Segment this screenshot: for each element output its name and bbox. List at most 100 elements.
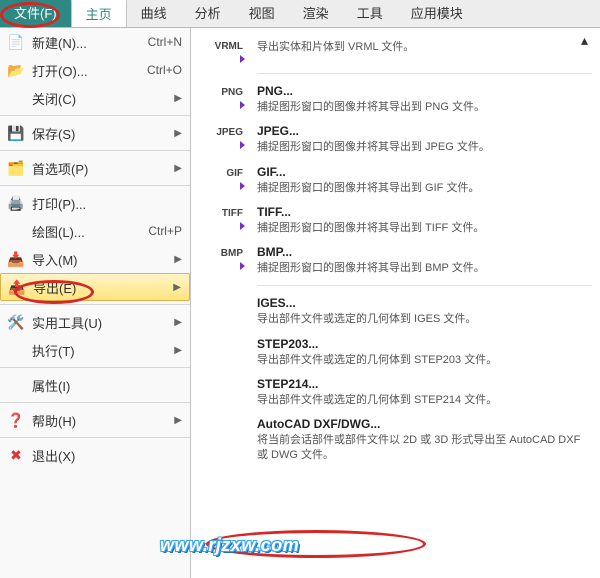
menu-label: 打印(P)... [32,194,182,213]
menu-label: 绘图(L)... [32,222,148,241]
menu-label: 保存(S) [32,124,170,143]
menu-open[interactable]: 📂 打开(O)... Ctrl+O [0,56,190,84]
plot-icon [6,221,26,241]
menu-shortcut: Ctrl+N [148,35,182,49]
menu-print[interactable]: 🖨️ 打印(P)... [0,189,190,217]
menu-label: 实用工具(U) [32,313,170,332]
export-vrml[interactable]: VRML 导出实体和片体到 VRML 文件。 [199,38,592,63]
menu-separator [0,185,190,186]
chevron-right-icon: ▶ [174,93,182,104]
save-icon: 💾 [6,123,26,143]
menu-separator [0,402,190,403]
menu-label: 导入(M) [32,250,170,269]
item-desc: 捕捉图形窗口的图像并将其导出到 TIFF 文件。 [257,221,592,235]
menu-label: 导出(E) [33,278,169,297]
chevron-right-icon: ▶ [174,317,182,328]
menu-import[interactable]: 📥 导入(M) ▶ [0,245,190,273]
menu-label: 执行(T) [32,341,170,360]
chevron-right-icon: ▶ [174,254,182,265]
play-icon [240,182,245,190]
pref-icon: 🗂️ [6,158,26,178]
menu-exec[interactable]: 执行(T) ▶ [0,336,190,364]
chevron-right-icon: ▶ [174,128,182,139]
play-icon [240,262,245,270]
chevron-right-icon: ▶ [174,415,182,426]
item-title: STEP214... [257,377,592,391]
menu-label: 退出(X) [32,446,182,465]
gif-icon: GIF [222,167,247,180]
vrml-icon: VRML [211,40,247,53]
menu-label: 帮助(H) [32,411,170,430]
tab-file[interactable]: 文件(F) [0,0,71,27]
file-menu-panel: 📄 新建(N)... Ctrl+N 📂 打开(O)... Ctrl+O 关闭(C… [0,28,191,578]
menu-help[interactable]: ❓ 帮助(H) ▶ [0,406,190,434]
exit-icon: ✖ [6,445,26,465]
export-step203[interactable]: STEP203...导出部件文件或选定的几何体到 STEP203 文件。 [199,337,592,367]
export-dxf[interactable]: AutoCAD DXF/DWG...将当前会话部件或部件文件以 2D 或 3D … [199,417,592,462]
menu-label: 关闭(C) [32,89,170,108]
menu-export[interactable]: 📤 导出(E) ▶ [0,273,190,301]
chevron-right-icon: ▶ [173,282,181,293]
menu-prop[interactable]: 属性(I) [0,371,190,399]
menu-label: 属性(I) [32,376,182,395]
tab-home[interactable]: 主页 [71,0,127,27]
menu-shortcut: Ctrl+O [147,63,182,77]
png-icon: PNG [217,86,247,99]
menu-label: 新建(N)... [32,33,148,52]
export-iges[interactable]: IGES... 导出部件文件或选定的几何体到 IGES 文件。 [199,296,592,326]
item-title: JPEG... [257,124,592,138]
sub-separator [257,285,592,286]
item-desc: 导出实体和片体到 VRML 文件。 [257,40,592,54]
jpeg-icon: JPEG [212,126,247,139]
menu-label: 首选项(P) [32,159,170,178]
menu-exit[interactable]: ✖ 退出(X) [0,441,190,469]
item-title: PNG... [257,84,592,98]
blank-icon [6,340,26,360]
blank-icon [6,88,26,108]
menu-new[interactable]: 📄 新建(N)... Ctrl+N [0,28,190,56]
menu-separator [0,150,190,151]
menu-save[interactable]: 💾 保存(S) ▶ [0,119,190,147]
print-icon: 🖨️ [6,193,26,213]
scroll-up-icon[interactable]: ▴ [581,32,588,49]
item-title: IGES... [257,296,592,310]
tab-curve[interactable]: 曲线 [127,0,181,27]
tab-render[interactable]: 渲染 [289,0,343,27]
new-icon: 📄 [6,32,26,52]
tab-view[interactable]: 视图 [235,0,289,27]
tab-app[interactable]: 应用模块 [397,0,477,27]
export-gif[interactable]: GIF GIF...捕捉图形窗口的图像并将其导出到 GIF 文件。 [199,165,592,195]
bmp-icon: BMP [217,247,247,260]
tiff-icon: TIFF [218,207,247,220]
export-step214[interactable]: STEP214...导出部件文件或选定的几何体到 STEP214 文件。 [199,377,592,407]
item-title: BMP... [257,245,592,259]
tab-tools[interactable]: 工具 [343,0,397,27]
tab-analyze[interactable]: 分析 [181,0,235,27]
menu-pref[interactable]: 🗂️ 首选项(P) ▶ [0,154,190,182]
chevron-right-icon: ▶ [174,163,182,174]
play-icon [240,141,245,149]
chevron-right-icon: ▶ [174,345,182,356]
util-icon: 🛠️ [6,312,26,332]
item-desc: 捕捉图形窗口的图像并将其导出到 JPEG 文件。 [257,140,592,154]
item-desc: 导出部件文件或选定的几何体到 IGES 文件。 [257,312,592,326]
open-icon: 📂 [6,60,26,80]
menu-separator [0,367,190,368]
menu-label: 打开(O)... [32,61,147,80]
export-icon: 📤 [7,277,27,297]
menu-plot[interactable]: 绘图(L)... Ctrl+P [0,217,190,245]
export-bmp[interactable]: BMP BMP...捕捉图形窗口的图像并将其导出到 BMP 文件。 [199,245,592,275]
item-desc: 捕捉图形窗口的图像并将其导出到 GIF 文件。 [257,181,592,195]
item-title: AutoCAD DXF/DWG... [257,417,592,431]
menu-util[interactable]: 🛠️ 实用工具(U) ▶ [0,308,190,336]
play-icon [240,222,245,230]
sub-separator [257,73,592,74]
export-jpeg[interactable]: JPEG JPEG... 捕捉图形窗口的图像并将其导出到 JPEG 文件。 [199,124,592,154]
export-tiff[interactable]: TIFF TIFF...捕捉图形窗口的图像并将其导出到 TIFF 文件。 [199,205,592,235]
play-icon [240,55,245,63]
menu-close[interactable]: 关闭(C) ▶ [0,84,190,112]
item-desc: 导出部件文件或选定的几何体到 STEP203 文件。 [257,353,592,367]
main-menubar: 文件(F) 主页 曲线 分析 视图 渲染 工具 应用模块 [0,0,600,28]
help-icon: ❓ [6,410,26,430]
export-png[interactable]: PNG PNG...捕捉图形窗口的图像并将其导出到 PNG 文件。 [199,84,592,114]
